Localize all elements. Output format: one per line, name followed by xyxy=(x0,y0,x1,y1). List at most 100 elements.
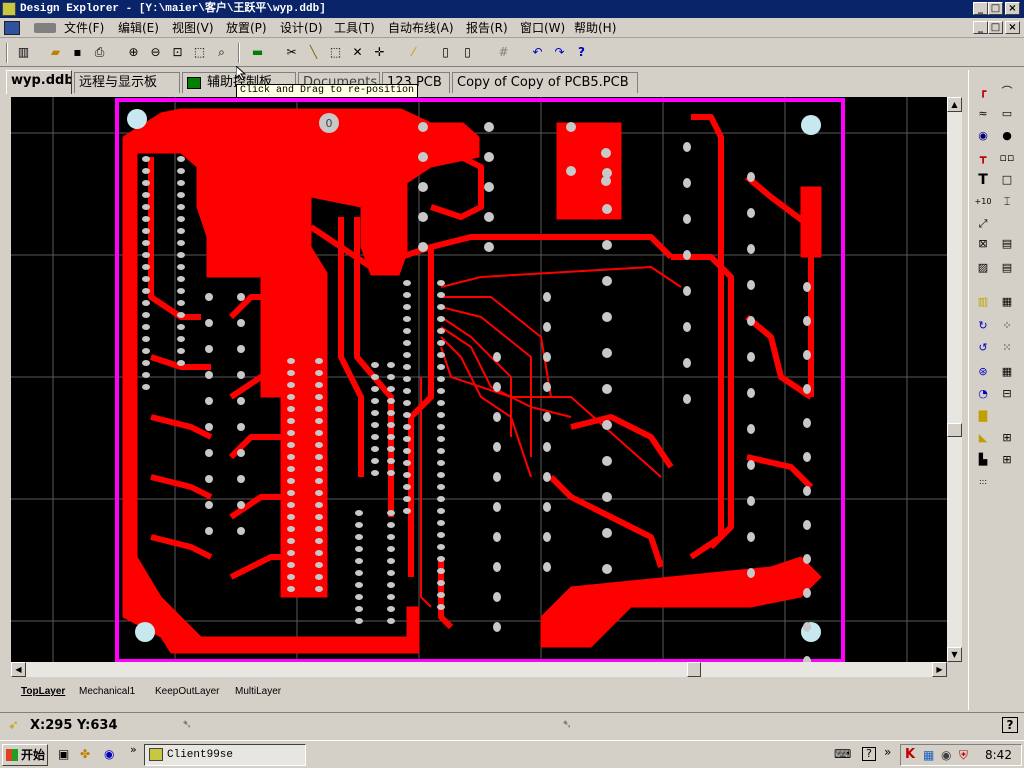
place-component-icon[interactable]: ▫▫ xyxy=(997,148,1017,168)
menu-view[interactable]: 视图(V) xyxy=(170,20,216,36)
select-area-icon[interactable]: ⬚ xyxy=(326,43,345,62)
menu-window[interactable]: 窗口(W) xyxy=(518,20,567,36)
ime-arrow-icon[interactable]: » xyxy=(884,745,891,759)
menu-tools[interactable]: 工具(T) xyxy=(332,20,377,36)
place-via-icon[interactable]: ◉ xyxy=(973,126,993,146)
library-icon[interactable]: ▯ xyxy=(436,43,455,62)
browse-component-icon[interactable]: ▬ xyxy=(248,43,267,62)
quicklaunch-more-icon[interactable]: » xyxy=(130,743,137,756)
layer-tab-keepout[interactable]: KeepOutLayer xyxy=(155,684,220,700)
align-left-icon[interactable]: ▥ xyxy=(973,292,993,312)
fill-area-icon[interactable]: ▇ xyxy=(973,406,993,426)
array-icon[interactable]: ⊞ xyxy=(997,450,1017,470)
maximize-button[interactable]: □ xyxy=(988,2,1003,15)
menu-edit[interactable]: 编辑(E) xyxy=(116,20,161,36)
status-help-icon[interactable]: ? xyxy=(1002,717,1018,733)
menu-place[interactable]: 放置(P) xyxy=(224,20,269,36)
vertical-scrollbar[interactable]: ▲ ▼ xyxy=(947,97,962,662)
vertical-scroll-thumb[interactable] xyxy=(947,423,962,437)
place-arc-center-icon[interactable]: ⤢ xyxy=(973,214,993,234)
layer-tab-mechanical1[interactable]: Mechanical1 xyxy=(79,684,135,700)
place-room-icon[interactable]: ⌶ xyxy=(997,192,1017,212)
distribute-icon[interactable]: ⁘ xyxy=(997,316,1017,336)
arc-any-angle-icon[interactable]: ◔ xyxy=(973,384,993,404)
place-text-icon[interactable]: T xyxy=(973,170,993,190)
zoom-fit-icon[interactable]: ⊡ xyxy=(168,43,187,62)
help-icon[interactable]: ? xyxy=(572,43,591,62)
print-icon[interactable]: ⎙ xyxy=(90,43,109,62)
zoom-out-icon[interactable]: ⊖ xyxy=(146,43,165,62)
security-icon[interactable]: ⛨ xyxy=(959,748,968,763)
menu-reports[interactable]: 报告(R) xyxy=(464,20,510,36)
union-icon[interactable]: ▙ xyxy=(973,450,993,470)
deselect-icon[interactable]: ✕ xyxy=(348,43,367,62)
align-right-icon[interactable]: ▦ xyxy=(997,292,1017,312)
cross-probe-icon[interactable]: ✂ xyxy=(282,43,301,62)
quicklaunch-player-icon[interactable]: ◉ xyxy=(104,747,114,761)
place-arc-edge-icon[interactable]: ⊠ xyxy=(973,234,993,254)
quicklaunch-media-icon[interactable]: ✤ xyxy=(80,747,90,761)
open-folder-icon[interactable]: ▰ xyxy=(46,43,65,62)
menu-help[interactable]: 帮助(H) xyxy=(572,20,618,36)
layer-tab-toplayer[interactable]: TopLayer xyxy=(21,684,65,700)
taskbar-item-client99se[interactable]: Client99se xyxy=(144,744,306,766)
start-button[interactable]: 开始 xyxy=(2,744,48,766)
place-wire-icon[interactable]: ≈ xyxy=(973,104,993,124)
antivirus-icon[interactable]: K xyxy=(905,747,915,762)
move-icon[interactable]: ✛ xyxy=(370,43,389,62)
menu-autoroute[interactable]: 自动布线(A) xyxy=(386,20,456,36)
tab-wyp-ddb[interactable]: wyp.ddb xyxy=(6,70,72,94)
place-track-icon[interactable]: ┏ xyxy=(973,82,993,102)
distribute-vertical-icon[interactable]: ⁙ xyxy=(997,338,1017,358)
ime-help-icon[interactable]: ? xyxy=(862,747,876,761)
place-polygon-icon[interactable]: ▨ xyxy=(973,258,993,278)
library-browse-icon[interactable]: ▯ xyxy=(458,43,477,62)
place-line-icon[interactable]: ⌒ xyxy=(997,82,1017,102)
redo-icon[interactable]: ↷ xyxy=(550,43,569,62)
save-icon[interactable]: ▪ xyxy=(68,43,87,62)
design-manager-icon[interactable]: ▥ xyxy=(14,43,33,62)
keyboard-icon[interactable]: ⌨ xyxy=(834,747,851,761)
quicklaunch-desktop-icon[interactable]: ▣ xyxy=(58,747,69,761)
zoom-last-icon[interactable]: ⌕ xyxy=(212,43,231,62)
explorer-arrow-icon[interactable] xyxy=(34,23,56,33)
pcb-canvas[interactable]: 0 xyxy=(11,97,947,662)
grid-icon[interactable]: # xyxy=(494,43,513,62)
volume-icon[interactable]: ◉ xyxy=(941,748,951,762)
place-string-icon[interactable]: ● xyxy=(997,126,1017,146)
undo-icon[interactable]: ↶ xyxy=(528,43,547,62)
spacing-icon[interactable]: ▦ xyxy=(997,362,1017,382)
rotate-ccw-icon[interactable]: ↺ xyxy=(973,338,993,358)
magic-wand-icon[interactable]: ⁄ xyxy=(404,43,423,62)
zoom-area-icon[interactable]: ⬚ xyxy=(190,43,209,62)
layer-tab-multilayer[interactable]: MultiLayer xyxy=(235,684,281,700)
rotate-icon[interactable]: ↻ xyxy=(973,316,993,336)
tab-remote-display-board[interactable]: 远程与显示板 xyxy=(74,72,180,93)
doc-close-button[interactable]: × xyxy=(1005,21,1020,34)
minimize-button[interactable]: _ xyxy=(973,2,988,15)
close-button[interactable]: × xyxy=(1005,2,1020,15)
scroll-up-button[interactable]: ▲ xyxy=(947,97,962,112)
place-coordinate-icon[interactable]: □ xyxy=(997,170,1017,190)
place-corner-icon[interactable]: ◣ xyxy=(973,428,993,448)
place-pad-icon[interactable]: ┳ xyxy=(973,148,993,168)
menu-design[interactable]: 设计(D) xyxy=(278,20,325,36)
scroll-left-button[interactable]: ◀ xyxy=(11,662,26,677)
horizontal-scroll-thumb[interactable] xyxy=(687,662,701,677)
doc-restore-button[interactable]: □ xyxy=(988,21,1003,34)
document-icon[interactable] xyxy=(4,21,20,35)
matrix-icon[interactable]: ::: xyxy=(973,472,993,492)
place-full-circle-icon[interactable]: ▤ xyxy=(997,234,1017,254)
tab-copy-pcb5[interactable]: Copy of Copy of PCB5.PCB xyxy=(452,72,638,93)
horizontal-scrollbar[interactable]: ◀ ▶ xyxy=(11,662,947,677)
group-icon[interactable]: ⊞ xyxy=(997,428,1017,448)
doc-minimize-button[interactable]: _ xyxy=(973,21,988,34)
interactive-route-icon[interactable]: ╲ xyxy=(304,43,323,62)
network-icon[interactable]: ▦ xyxy=(923,748,934,762)
scroll-right-button[interactable]: ▶ xyxy=(932,662,947,677)
stack-icon[interactable]: ⊟ xyxy=(997,384,1017,404)
menu-file[interactable]: 文件(F) xyxy=(62,20,106,36)
place-split-plane-icon[interactable]: ▤ xyxy=(997,258,1017,278)
zoom-in-icon[interactable]: ⊕ xyxy=(124,43,143,62)
place-dimension-icon[interactable]: +10 xyxy=(973,192,993,212)
